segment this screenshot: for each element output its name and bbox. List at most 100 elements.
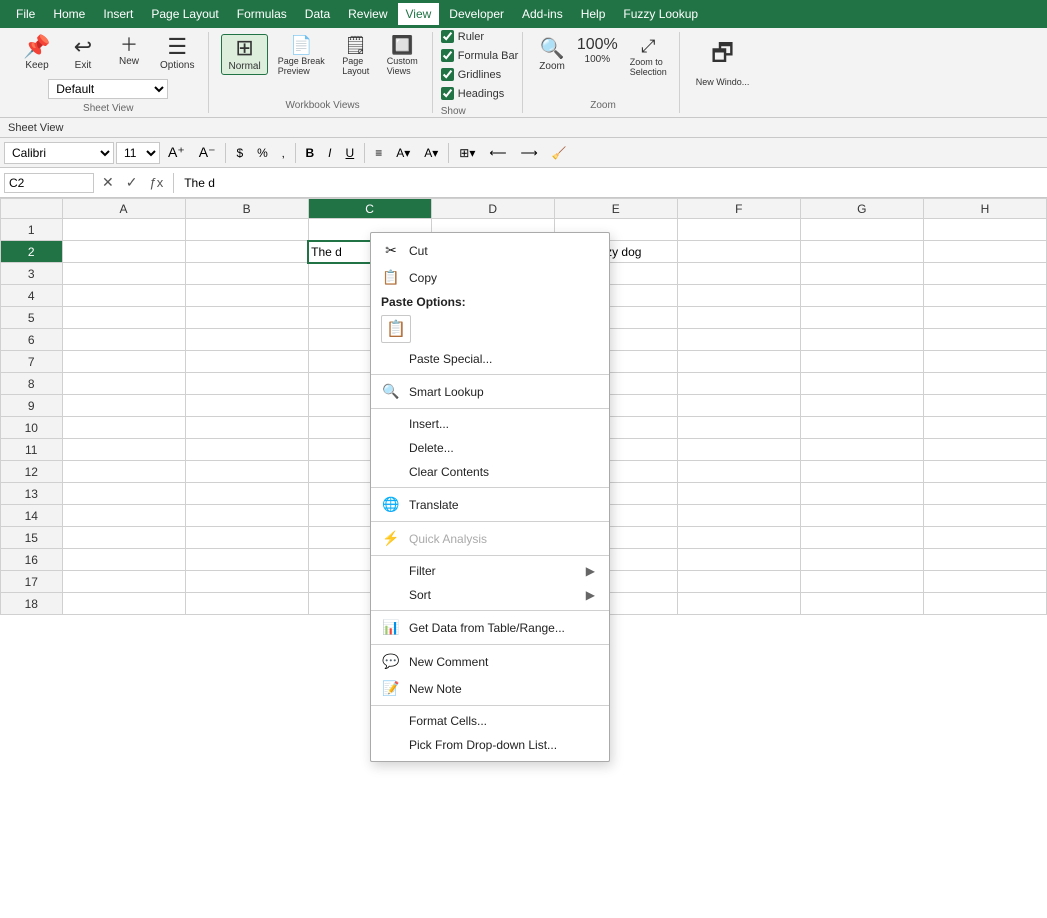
row-header-8[interactable]: 8 [1, 373, 63, 395]
cell-G3[interactable] [800, 263, 923, 285]
cell-A1[interactable] [62, 219, 185, 241]
cell-H13[interactable] [923, 483, 1046, 505]
cell-H18[interactable] [923, 593, 1046, 615]
row-header-15[interactable]: 15 [1, 527, 63, 549]
clear-format-btn[interactable]: 🧹 [546, 144, 573, 162]
cell-G12[interactable] [800, 461, 923, 483]
row-header-7[interactable]: 7 [1, 351, 63, 373]
font-color-btn[interactable]: A▾ [418, 144, 444, 162]
name-box[interactable] [4, 173, 94, 193]
ribbon-btn-page-break-preview[interactable]: 📄 Page BreakPreview [272, 34, 331, 78]
cell-A6[interactable] [62, 329, 185, 351]
cell-A16[interactable] [62, 549, 185, 571]
cell-A10[interactable] [62, 417, 185, 439]
ctx-copy[interactable]: 📋 Copy [371, 264, 609, 291]
cell-F18[interactable] [677, 593, 800, 615]
formula-cancel-btn[interactable]: ✕ [98, 172, 118, 193]
menu-page-layout[interactable]: Page Layout [143, 3, 226, 25]
menu-insert[interactable]: Insert [95, 3, 141, 25]
cell-G17[interactable] [800, 571, 923, 593]
cell-F8[interactable] [677, 373, 800, 395]
cell-B15[interactable] [185, 527, 308, 549]
cell-B8[interactable] [185, 373, 308, 395]
menu-add-ins[interactable]: Add-ins [514, 3, 571, 25]
row-header-11[interactable]: 11 [1, 439, 63, 461]
ribbon-btn-exit[interactable]: ↩ Exit [62, 34, 104, 73]
cell-A4[interactable] [62, 285, 185, 307]
ribbon-btn-page-layout[interactable]: 🗒 PageLayout [335, 34, 377, 78]
cell-B11[interactable] [185, 439, 308, 461]
cell-F16[interactable] [677, 549, 800, 571]
row-header-4[interactable]: 4 [1, 285, 63, 307]
cell-B13[interactable] [185, 483, 308, 505]
col-header-C[interactable]: C [308, 199, 431, 219]
cell-A18[interactable] [62, 593, 185, 615]
cell-A8[interactable] [62, 373, 185, 395]
cell-F13[interactable] [677, 483, 800, 505]
ribbon-btn-new-sv[interactable]: ＋ New [108, 34, 150, 69]
menu-review[interactable]: Review [340, 3, 395, 25]
ribbon-btn-normal[interactable]: ⊞ Normal [221, 34, 267, 75]
cell-A9[interactable] [62, 395, 185, 417]
cell-H5[interactable] [923, 307, 1046, 329]
ribbon-btn-options-sv[interactable]: ☰ Options [154, 34, 200, 73]
ctx-pick-dropdown[interactable]: Pick From Drop-down List... [371, 733, 609, 757]
cell-H1[interactable] [923, 219, 1046, 241]
italic-btn[interactable]: I [322, 144, 337, 162]
cell-A13[interactable] [62, 483, 185, 505]
cell-G9[interactable] [800, 395, 923, 417]
cell-A15[interactable] [62, 527, 185, 549]
formula-bar-checkbox[interactable] [441, 49, 454, 62]
ribbon-btn-new-window[interactable]: 🗗 New Windo... [692, 34, 754, 89]
formula-input[interactable] [180, 176, 1043, 190]
cell-A3[interactable] [62, 263, 185, 285]
cell-G15[interactable] [800, 527, 923, 549]
cell-G13[interactable] [800, 483, 923, 505]
row-header-17[interactable]: 17 [1, 571, 63, 593]
row-header-1[interactable]: 1 [1, 219, 63, 241]
cell-G14[interactable] [800, 505, 923, 527]
cell-B5[interactable] [185, 307, 308, 329]
currency-btn[interactable]: $ [230, 144, 249, 162]
ruler-checkbox[interactable] [441, 30, 454, 43]
cell-G11[interactable] [800, 439, 923, 461]
cell-A5[interactable] [62, 307, 185, 329]
formula-insert-fn-btn[interactable]: ƒx [145, 173, 167, 192]
menu-developer[interactable]: Developer [441, 3, 512, 25]
ctx-translate[interactable]: 🌐 Translate [371, 491, 609, 518]
cell-H6[interactable] [923, 329, 1046, 351]
underline-btn[interactable]: U [340, 144, 361, 162]
menu-file[interactable]: File [8, 3, 43, 25]
cell-F7[interactable] [677, 351, 800, 373]
ctx-smart-lookup[interactable]: 🔍 Smart Lookup [371, 378, 609, 405]
cell-B9[interactable] [185, 395, 308, 417]
cell-H12[interactable] [923, 461, 1046, 483]
col-header-F[interactable]: F [677, 199, 800, 219]
row-header-10[interactable]: 10 [1, 417, 63, 439]
cell-H11[interactable] [923, 439, 1046, 461]
cell-F2[interactable] [677, 241, 800, 263]
cell-F10[interactable] [677, 417, 800, 439]
cell-F6[interactable] [677, 329, 800, 351]
row-header-12[interactable]: 12 [1, 461, 63, 483]
percent-btn[interactable]: % [251, 144, 274, 162]
headings-checkbox[interactable] [441, 87, 454, 100]
formula-confirm-btn[interactable]: ✓ [122, 172, 142, 193]
ribbon-btn-zoom-100[interactable]: 100% 100% [573, 34, 622, 67]
menu-help[interactable]: Help [573, 3, 614, 25]
cell-B1[interactable] [185, 219, 308, 241]
font-family-select[interactable]: Calibri [4, 142, 114, 164]
cell-H8[interactable] [923, 373, 1046, 395]
increase-font-btn[interactable]: A⁺ [162, 142, 191, 163]
col-header-G[interactable]: G [800, 199, 923, 219]
cell-B18[interactable] [185, 593, 308, 615]
ctx-sort[interactable]: Sort ▶ [371, 583, 609, 607]
row-header-9[interactable]: 9 [1, 395, 63, 417]
ctx-new-comment[interactable]: 💬 New Comment [371, 648, 609, 675]
cell-F11[interactable] [677, 439, 800, 461]
ctx-format-cells[interactable]: Format Cells... [371, 709, 609, 733]
cell-G18[interactable] [800, 593, 923, 615]
cell-G8[interactable] [800, 373, 923, 395]
cell-G4[interactable] [800, 285, 923, 307]
row-header-2[interactable]: 2 [1, 241, 63, 263]
